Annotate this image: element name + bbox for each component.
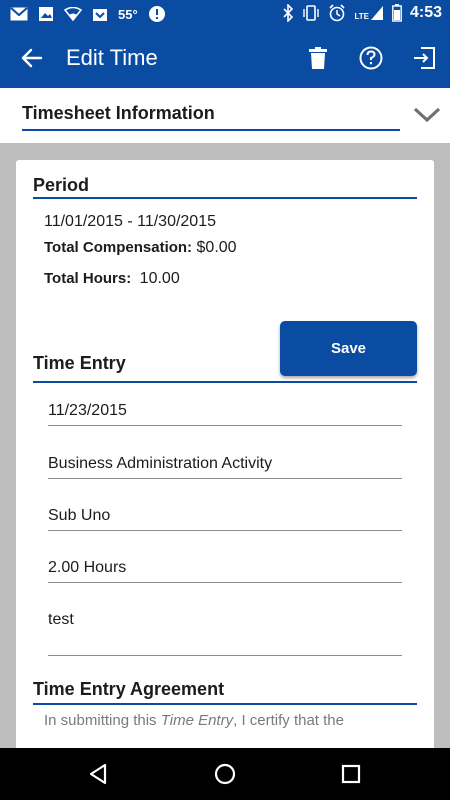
nav-home-button[interactable] (211, 760, 239, 788)
timesheet-card: Period 11/01/2015 - 11/30/2015 Total Com… (16, 160, 434, 750)
total-compensation: Total Compensation: $0.00 (44, 239, 237, 257)
nav-recents-button[interactable] (337, 760, 365, 788)
nav-recents-icon (341, 764, 361, 784)
vibrate-icon (302, 5, 320, 21)
activity-field-underline (48, 478, 402, 479)
navigation-bar (0, 748, 450, 800)
back-button[interactable] (16, 42, 48, 74)
notes-field-underline (48, 655, 402, 656)
sub-activity-field-underline (48, 530, 402, 531)
help-button[interactable] (355, 42, 387, 74)
date-field[interactable]: 11/23/2015 (48, 402, 402, 420)
total-compensation-label: Total Compensation: (44, 239, 193, 256)
agreement-text: In submitting this Time Entry, I certify… (44, 712, 344, 729)
logout-icon (414, 47, 435, 69)
bluetooth-icon (282, 4, 294, 22)
page-title: Edit Time (66, 45, 158, 70)
battery-icon (392, 4, 402, 22)
agreement-text-end: , I certify that the (233, 712, 344, 729)
total-hours: Total Hours: 10.00 (44, 270, 180, 288)
logout-button[interactable] (408, 42, 440, 74)
nav-back-button[interactable] (84, 760, 112, 788)
time-entry-title: Time Entry (33, 353, 126, 373)
agreement-title: Time Entry Agreement (33, 679, 225, 699)
period-date-range: 11/01/2015 - 11/30/2015 (44, 213, 216, 230)
total-compensation-value: $0.00 (196, 239, 237, 256)
section-underline (22, 129, 400, 131)
wifi-icon (64, 7, 82, 21)
period-rule (33, 197, 417, 199)
total-hours-label: Total Hours: (44, 270, 132, 287)
chevron-down-icon[interactable] (413, 106, 441, 129)
notes-field[interactable]: test (48, 611, 402, 629)
section-title: Timesheet Information (22, 103, 215, 123)
nav-back-icon (89, 763, 107, 785)
alert-icon (148, 5, 166, 23)
delete-icon (309, 47, 327, 69)
signal-icon: LTE (354, 5, 384, 21)
status-bar: 55° LTE 4:53 (0, 0, 450, 28)
date-field-underline (48, 425, 402, 426)
clock-text: 4:53 (409, 4, 442, 21)
nav-home-icon (214, 763, 236, 785)
store-icon (92, 6, 108, 22)
period-title: Period (33, 175, 90, 195)
time-entry-rule (33, 381, 417, 383)
hours-field[interactable]: 2.00 Hours (48, 559, 402, 577)
delete-button[interactable] (302, 42, 334, 74)
save-button[interactable]: Save (280, 321, 417, 376)
agreement-rule (33, 703, 417, 705)
sub-activity-field[interactable]: Sub Uno (48, 507, 402, 525)
gmail-icon (10, 7, 28, 21)
agreement-text-italic: Time Entry (160, 712, 234, 729)
timesheet-information-header[interactable]: Timesheet Information (0, 88, 450, 143)
hours-field-underline (48, 582, 402, 583)
alarm-icon (328, 4, 346, 22)
image-icon (38, 6, 54, 22)
activity-field[interactable]: Business Administration Activity (48, 455, 402, 473)
help-icon (359, 46, 383, 70)
app-bar: Edit Time (0, 28, 450, 88)
temperature-text: 55° (118, 6, 138, 22)
agreement-text-start: In submitting this (44, 712, 161, 729)
back-arrow-icon (21, 48, 43, 68)
total-hours-value: 10.00 (139, 270, 180, 287)
